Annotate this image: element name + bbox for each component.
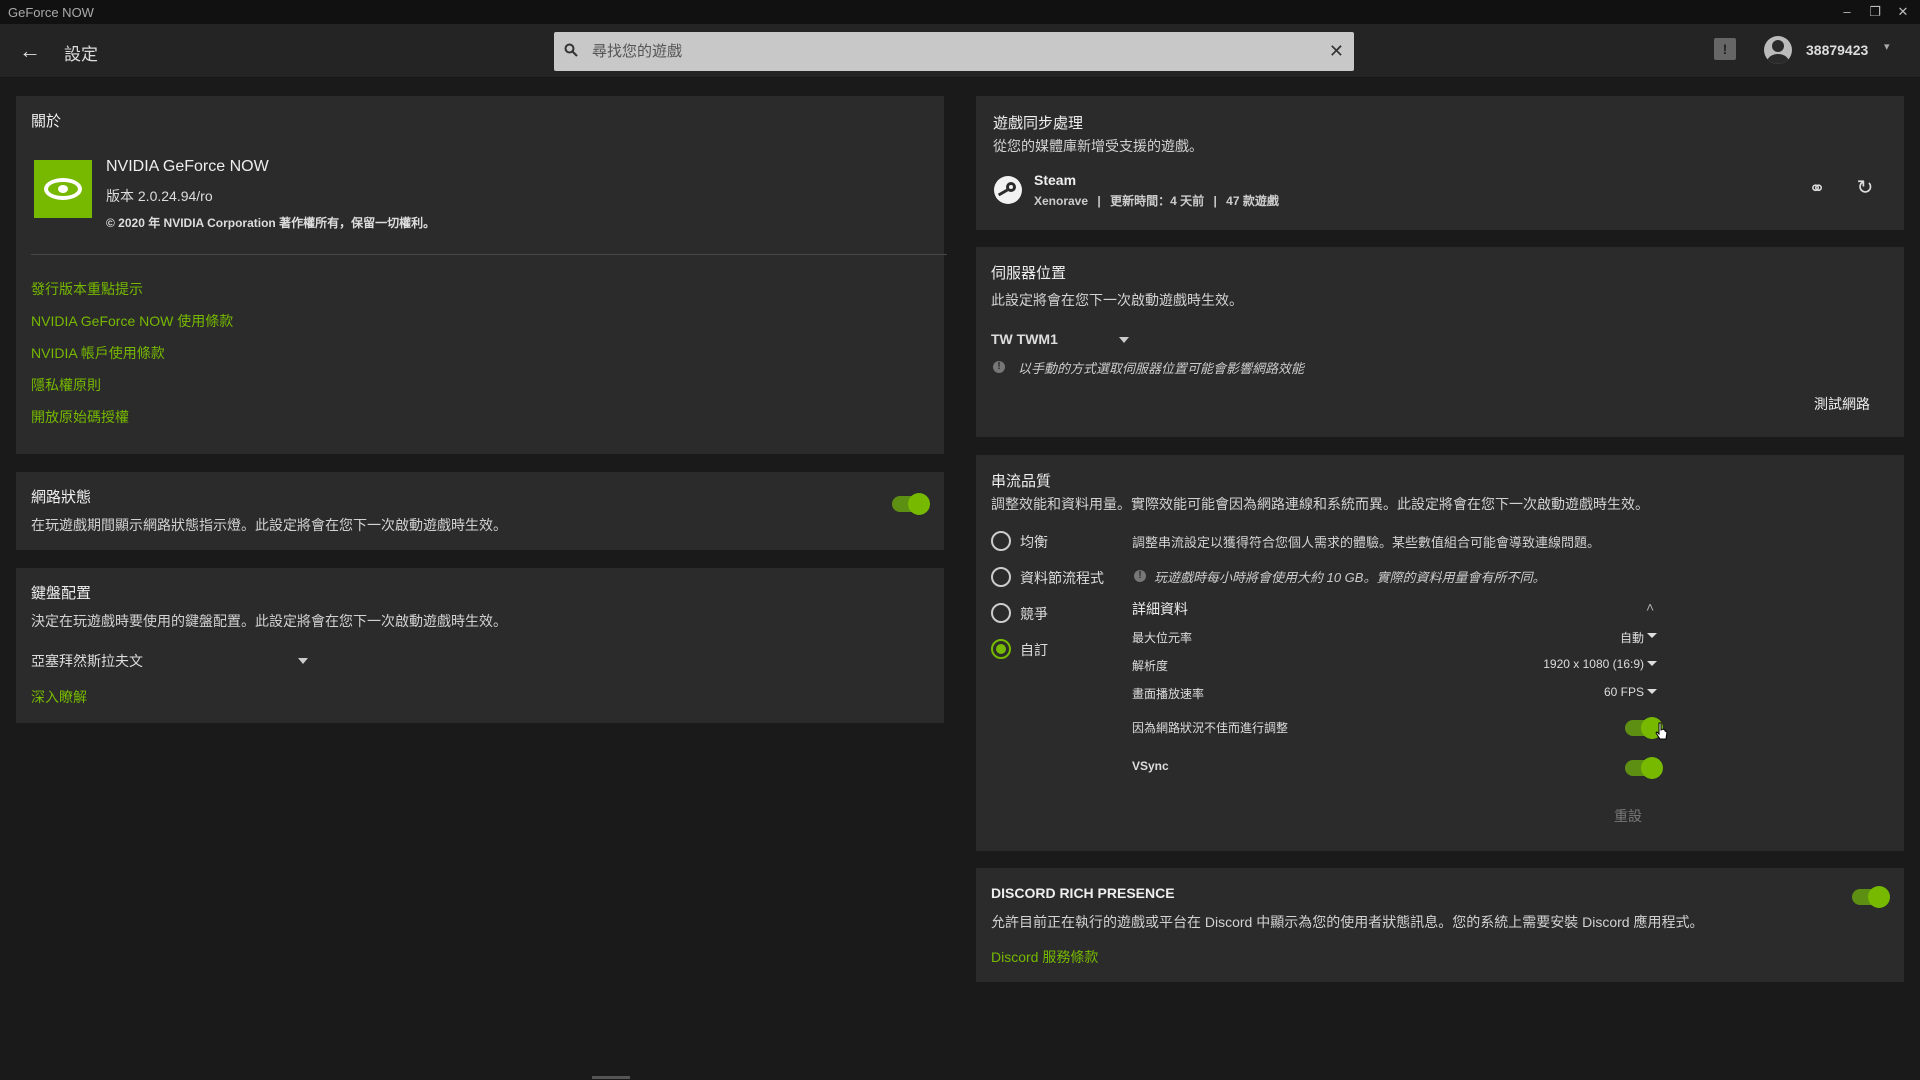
chevron-down-icon[interactable]	[298, 658, 308, 664]
adjust-poor-network-label: 因為網路狀況不佳而進行調整	[1132, 721, 1289, 735]
vsync-label: VSync	[1132, 759, 1169, 773]
preset-data-saver-radio[interactable]	[991, 567, 1011, 587]
network-status-desc: 在玩遊戲期間顯示網路狀態指示燈。此設定將會在您下一次啟動遊戲時生效。	[31, 517, 507, 533]
server-note: 以手動的方式選取伺服器位置可能會影響網路效能	[1018, 361, 1305, 376]
minimize-icon[interactable]: –	[1838, 4, 1856, 20]
keyboard-layout-card: 鍵盤配置 決定在玩遊戲時要使用的鍵盤配置。此設定將會在您下一次啟動遊戲時生效。 …	[16, 568, 944, 723]
about-card: 關於 NVIDIA GeForce NOW 版本 2.0.24.94/ro © …	[16, 96, 947, 454]
server-title: 伺服器位置	[991, 265, 1067, 282]
keyboard-desc: 決定在玩遊戲時要使用的鍵盤配置。此設定將會在您下一次啟動遊戲時生效。	[31, 613, 507, 629]
nvidia-logo	[34, 160, 92, 218]
platform-name: Steam	[1034, 172, 1077, 188]
preset-desc: 調整串流設定以獲得符合您個人需求的體驗。某些數值組合可能會導致連線問題。	[1132, 535, 1601, 550]
server-dropdown[interactable]: TW TWM1	[991, 331, 1131, 347]
page-title: 設定	[64, 45, 98, 64]
refresh-icon[interactable]: ↻	[1852, 175, 1878, 200]
preset-custom-label[interactable]: 自訂	[1020, 640, 1048, 660]
reset-button[interactable]: 重設	[1614, 806, 1642, 826]
data-usage-note: 玩遊戲時每小時將會使用大約 10 GB。實際的資料用量會有所不同。	[1154, 570, 1546, 585]
resolution-label: 解析度	[1132, 659, 1169, 673]
about-title: 關於	[31, 113, 62, 130]
search-input[interactable]	[582, 43, 1329, 60]
restore-icon[interactable]: ❐	[1866, 4, 1884, 20]
back-arrow-icon[interactable]: ←	[16, 36, 44, 66]
network-status-toggle[interactable]	[892, 493, 930, 515]
gfn-terms-link[interactable]: NVIDIA GeForce NOW 使用條款	[31, 311, 233, 331]
test-network-button[interactable]: 測試網路	[1814, 394, 1870, 414]
discord-card: DISCORD RICH PRESENCE 允許目前正在執行的遊戲或平台在 Di…	[976, 868, 1904, 982]
frame-rate-value[interactable]: 60 FPS	[1604, 685, 1644, 699]
chevron-up-icon[interactable]: ˄	[1646, 599, 1654, 615]
discord-title: DISCORD RICH PRESENCE	[991, 885, 1175, 901]
preset-balanced-radio[interactable]	[991, 531, 1011, 551]
network-status-title: 網路狀態	[31, 489, 92, 506]
mouse-cursor-icon	[1655, 722, 1668, 740]
unlink-icon[interactable]: ⚭	[1804, 176, 1830, 201]
max-bitrate-value[interactable]: 自動	[1620, 629, 1644, 646]
window-titlebar: GeForce NOW – ❐ ✕	[0, 0, 1920, 24]
game-sync-title: 遊戲同步處理	[993, 115, 1084, 132]
learn-more-link[interactable]: 深入瞭解	[31, 687, 87, 707]
open-source-link[interactable]: 開放原始碼授權	[31, 407, 129, 427]
window-controls: – ❐ ✕	[1838, 4, 1912, 20]
chevron-down-icon[interactable]: ▾	[1884, 40, 1890, 53]
preset-competitive-radio[interactable]	[991, 603, 1011, 623]
scroll-indicator	[592, 1076, 630, 1079]
privacy-link[interactable]: 隱私權原則	[31, 375, 101, 395]
search-icon	[564, 43, 582, 60]
max-bitrate-label: 最大位元率	[1132, 631, 1193, 645]
streaming-desc: 調整效能和資料用量。實際效能可能會因為網路連線和系統而異。此設定將會在您下一次啟…	[991, 496, 1649, 512]
top-bar: ← 設定 ✕ ! 38879423 ▾	[0, 24, 1920, 78]
clear-search-icon[interactable]: ✕	[1329, 41, 1344, 62]
copyright: © 2020 年 NVIDIA Corporation 著作權所有，保留一切權利…	[106, 216, 436, 230]
chevron-down-icon[interactable]	[1647, 633, 1657, 638]
search-bar[interactable]: ✕	[554, 32, 1354, 71]
server-desc: 此設定將會在您下一次啟動遊戲時生效。	[991, 292, 1243, 308]
discord-terms-link[interactable]: Discord 服務條款	[991, 947, 1098, 967]
last-updated: 更新時間：4 天前	[1110, 194, 1205, 208]
account-terms-link[interactable]: NVIDIA 帳戶使用條款	[31, 343, 165, 363]
game-sync-desc: 從您的媒體庫新增受支援的遊戲。	[993, 138, 1203, 154]
chevron-down-icon[interactable]	[1119, 337, 1129, 343]
network-status-card: 網路狀態 在玩遊戲期間顯示網路狀態指示燈。此設定將會在您下一次啟動遊戲時生效。	[16, 472, 944, 550]
preset-competitive-label[interactable]: 競爭	[1020, 604, 1048, 624]
separator: |	[1097, 194, 1101, 208]
preset-balanced-label[interactable]: 均衡	[1020, 532, 1048, 552]
steam-icon	[994, 176, 1022, 204]
about-divider	[31, 254, 947, 255]
preset-data-saver-label[interactable]: 資料節流程式	[1020, 568, 1104, 588]
close-icon[interactable]: ✕	[1894, 4, 1912, 20]
frame-rate-label: 畫面播放速率	[1132, 687, 1205, 701]
game-count: 47 款遊戲	[1226, 194, 1279, 208]
server-location-card: 伺服器位置 此設定將會在您下一次啟動遊戲時生效。 TW TWM1 ! 以手動的方…	[976, 247, 1904, 437]
app-version: 版本 2.0.24.94/ro	[106, 188, 213, 204]
username[interactable]: 38879423	[1806, 42, 1868, 58]
sync-info: Xenorave | 更新時間：4 天前 | 47 款遊戲	[1034, 192, 1279, 209]
info-icon: !	[1134, 570, 1146, 582]
info-icon: !	[993, 361, 1005, 373]
streaming-quality-card: 串流品質 調整效能和資料用量。實際效能可能會因為網路連線和系統而異。此設定將會在…	[976, 455, 1904, 851]
preset-custom-radio[interactable]	[991, 639, 1011, 659]
release-notes-link[interactable]: 發行版本重點提示	[31, 279, 143, 299]
chevron-down-icon[interactable]	[1647, 661, 1657, 666]
details-title: 詳細資料	[1132, 601, 1188, 617]
streaming-title: 串流品質	[991, 473, 1052, 490]
separator: |	[1213, 194, 1217, 208]
app-name: NVIDIA GeForce NOW	[106, 158, 269, 175]
keyboard-layout-dropdown[interactable]: 亞塞拜然斯拉夫文	[31, 651, 311, 671]
steam-account: Xenorave	[1034, 194, 1089, 208]
vsync-toggle[interactable]	[1625, 757, 1663, 779]
keyboard-title: 鍵盤配置	[31, 585, 92, 602]
feedback-icon[interactable]: !	[1714, 38, 1736, 60]
window-title: GeForce NOW	[8, 4, 94, 20]
game-sync-card: 遊戲同步處理 從您的媒體庫新增受支援的遊戲。 Steam Xenorave | …	[976, 96, 1904, 230]
avatar[interactable]	[1764, 36, 1792, 64]
discord-toggle[interactable]	[1852, 886, 1890, 908]
discord-desc: 允許目前正在執行的遊戲或平台在 Discord 中顯示為您的使用者狀態訊息。您的…	[991, 914, 1704, 930]
resolution-value[interactable]: 1920 x 1080 (16:9)	[1543, 657, 1644, 671]
chevron-down-icon[interactable]	[1647, 689, 1657, 694]
